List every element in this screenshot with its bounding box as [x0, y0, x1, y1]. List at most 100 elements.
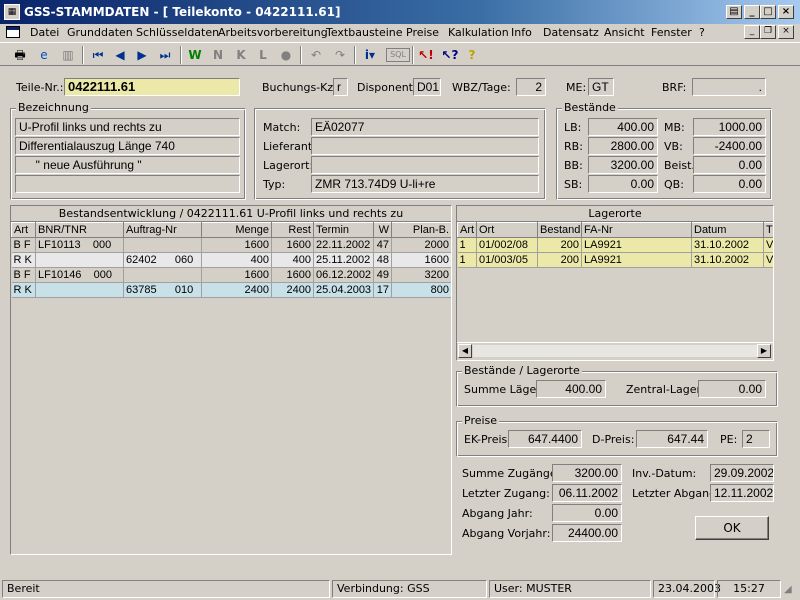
col-menge[interactable]: Menge — [201, 222, 272, 238]
abgang-vorjahr-field[interactable]: 24400.00 — [552, 524, 622, 542]
mdi-restore-button[interactable]: ❐ — [760, 25, 776, 39]
app-icon[interactable]: ▦ — [4, 4, 20, 20]
print-caption-icon[interactable]: ▤ — [726, 5, 742, 19]
scroll-right-icon[interactable]: ▶ — [757, 344, 771, 358]
col-lager-art[interactable]: Art — [457, 222, 477, 238]
col-art[interactable]: Art — [11, 222, 36, 238]
redo-icon[interactable]: ↷ — [330, 46, 350, 64]
bezeichnung-line-1[interactable]: U-Profil links und rechts zu — [15, 118, 240, 136]
bezeichnung-line-4[interactable] — [15, 175, 240, 193]
menu-info[interactable]: Info — [511, 26, 532, 39]
close-button[interactable]: × — [778, 5, 794, 19]
table-row[interactable]: 1 01/003/05 200 LA9921 31.10.2002 V — [457, 252, 773, 268]
col-bnr-tnr[interactable]: BNR/TNR — [35, 222, 124, 238]
sql-icon[interactable]: SQL — [386, 48, 410, 62]
d-preis-field[interactable]: 647.44 — [636, 430, 708, 448]
document-icon[interactable] — [6, 26, 20, 38]
bezeichnung-line-2[interactable]: Differentialauszug Länge 740 — [15, 137, 240, 155]
table-row[interactable]: R K 63785 010 2400 2400 25.04.2003 17 800 — [11, 282, 451, 298]
inv-datum-field[interactable]: 29.09.2002 — [710, 464, 774, 482]
teile-nr-field[interactable]: 0422111.61 — [64, 78, 240, 96]
table-row[interactable]: 1 01/002/08 200 LA9921 31.10.2002 V — [457, 237, 773, 253]
menu-schluesseldaten[interactable]: Schlüsseldaten — [136, 26, 219, 39]
lagerorte-grid[interactable]: Lagerorte Art Ort Bestand FA-Nr Datum T … — [456, 205, 774, 361]
col-t[interactable]: T — [763, 222, 773, 238]
toolbar-n-button[interactable]: N — [208, 46, 228, 64]
match-field[interactable]: EÄ02077 — [311, 118, 539, 136]
disponent-field[interactable]: D01 — [413, 78, 441, 96]
chart-icon[interactable]: ▥ — [58, 46, 78, 64]
buchungs-kz-field[interactable]: r — [333, 78, 348, 96]
resize-grip-icon[interactable]: ◢ — [784, 584, 798, 598]
menu-arbeitsvorbereitung[interactable]: Arbeitsvorbereitung — [218, 26, 328, 39]
menu-grunddaten[interactable]: Grunddaten — [67, 26, 133, 39]
last-record-icon[interactable]: ⏭ — [155, 46, 175, 64]
table-row[interactable]: B F LF10113 000 1600 1600 22.11.2002 47 2000 — [11, 237, 451, 253]
toolbar-k-button[interactable]: K — [231, 46, 251, 64]
toolbar-w-button[interactable]: W — [185, 46, 205, 64]
ok-button[interactable]: OK — [695, 516, 769, 540]
col-termin[interactable]: Termin — [313, 222, 374, 238]
record-dot-icon[interactable]: ● — [276, 46, 296, 64]
mdi-minimize-button[interactable]: _ — [744, 25, 760, 39]
letzter-abgang-field[interactable]: 12.11.2002 — [710, 484, 774, 502]
beist-field[interactable]: 0.00 — [693, 156, 766, 174]
rb-field[interactable]: 2800.00 — [588, 137, 658, 155]
table-row[interactable]: R K 62402 060 400 400 25.11.2002 48 1600 — [11, 252, 451, 268]
help-icon[interactable]: ? — [462, 46, 482, 64]
toolbar-l-button[interactable]: L — [253, 46, 273, 64]
lieferant-field[interactable] — [311, 137, 539, 155]
col-auftrag-nr[interactable]: Auftrag-Nr — [123, 222, 202, 238]
menu-fenster[interactable]: Fenster — [651, 26, 692, 39]
table-row[interactable]: B F LF10146 000 1600 1600 06.12.2002 49 3200 — [11, 267, 451, 283]
brf-field[interactable]: . — [692, 78, 766, 96]
maximize-button[interactable]: □ — [760, 5, 776, 19]
minimize-button[interactable]: _ — [744, 5, 760, 19]
internet-icon[interactable]: e — [34, 46, 54, 64]
alert-cursor-icon[interactable]: ↖! — [416, 46, 436, 64]
next-record-icon[interactable]: ▶ — [132, 46, 152, 64]
menu-datei[interactable]: Datei — [30, 26, 59, 39]
menu-textbausteine[interactable]: Textbausteine — [326, 26, 403, 39]
col-plan-b[interactable]: Plan-B. — [391, 222, 451, 238]
menu-preise[interactable]: Preise — [406, 26, 439, 39]
mdi-close-button[interactable]: × — [778, 25, 794, 39]
pe-field[interactable]: 2 — [742, 430, 770, 448]
menu-help[interactable]: ? — [699, 26, 705, 39]
print-icon[interactable]: 🖶 — [10, 46, 30, 64]
scroll-track[interactable] — [473, 345, 757, 357]
lb-field[interactable]: 400.00 — [588, 118, 658, 136]
lagerort-field[interactable] — [311, 156, 539, 174]
lagerorte-horizontal-scrollbar[interactable]: ◀ ▶ — [457, 342, 773, 360]
abgang-jahr-field[interactable]: 0.00 — [552, 504, 622, 522]
summe-laeger-field[interactable]: 400.00 — [536, 380, 606, 398]
col-bestand[interactable]: Bestand — [537, 222, 582, 238]
qb-field[interactable]: 0.00 — [693, 175, 766, 193]
previous-record-icon[interactable]: ◀ — [110, 46, 130, 64]
context-help-icon[interactable]: ↖? — [440, 46, 460, 64]
vb-field[interactable]: -2400.00 — [693, 137, 766, 155]
me-field[interactable]: GT — [588, 78, 614, 96]
undo-icon[interactable]: ↶ — [306, 46, 326, 64]
first-record-icon[interactable]: ⏮ — [88, 46, 108, 64]
summe-zugaenge-field[interactable]: 3200.00 — [552, 464, 622, 482]
menu-ansicht[interactable]: Ansicht — [604, 26, 645, 39]
typ-field[interactable]: ZMR 713.74D9 U-li+re — [311, 175, 539, 193]
col-datum[interactable]: Datum — [691, 222, 764, 238]
mb-field[interactable]: 1000.00 — [693, 118, 766, 136]
letzter-zugang-field[interactable]: 06.11.2002 — [552, 484, 622, 502]
info-dropdown-icon[interactable]: i▾ — [360, 46, 380, 64]
col-fa-nr[interactable]: FA-Nr — [581, 222, 692, 238]
bb-field[interactable]: 3200.00 — [588, 156, 658, 174]
zentral-lager-field[interactable]: 0.00 — [698, 380, 766, 398]
ek-preis-field[interactable]: 647.4400 — [508, 430, 582, 448]
wbz-field[interactable]: 2 — [516, 78, 546, 96]
col-rest[interactable]: Rest — [271, 222, 314, 238]
col-ort[interactable]: Ort — [476, 222, 538, 238]
menu-datensatz[interactable]: Datensatz — [543, 26, 599, 39]
scroll-left-icon[interactable]: ◀ — [458, 344, 472, 358]
menu-kalkulation[interactable]: Kalkulation — [448, 26, 509, 39]
bestandsentwicklung-grid[interactable]: Bestandsentwicklung / 0422111.61 U-Profi… — [10, 205, 452, 555]
sb-field[interactable]: 0.00 — [588, 175, 658, 193]
col-w[interactable]: W — [373, 222, 392, 238]
